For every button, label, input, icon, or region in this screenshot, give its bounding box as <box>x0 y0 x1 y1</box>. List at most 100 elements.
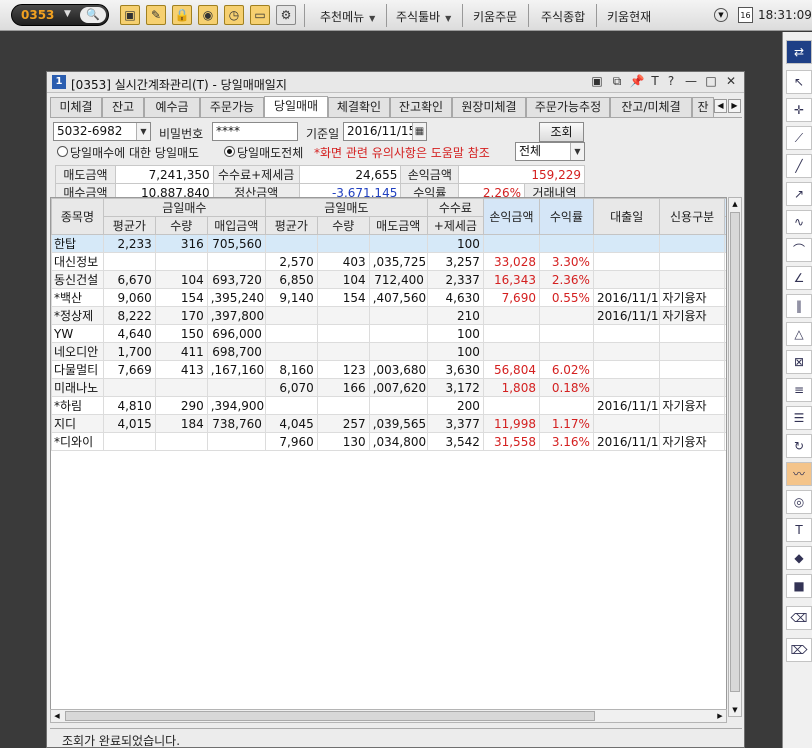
table-row[interactable]: 미래나노 6,070166,007,6203,1721,8080.18% 6, <box>51 378 726 397</box>
scroll-up-icon[interactable]: ▲ <box>729 198 741 210</box>
menu-stock-toolbar[interactable]: 주식툴바 ▼ <box>396 8 451 25</box>
table-row[interactable]: 한탑 2,233 316 705,560 100 <box>51 234 726 253</box>
table-row[interactable]: 네오디안 1,700 411 698,700 100 <box>51 342 726 361</box>
camera-icon[interactable]: ◉ <box>198 5 218 25</box>
scroll-right-icon[interactable]: ▶ <box>714 710 726 722</box>
radio-buy-sell-label[interactable]: 당일매수에 대한 당일매도 <box>70 144 199 161</box>
arrow-icon[interactable]: ↻ <box>786 434 812 458</box>
menu-recommend[interactable]: 추천메뉴 ▼ <box>320 8 375 25</box>
header-pl[interactable]: 손익금액 <box>482 198 540 235</box>
curve-icon[interactable]: ∿ <box>786 210 812 234</box>
circle-icon[interactable]: ◎ <box>786 490 812 514</box>
menu-kiwoom-order[interactable]: 키움주문 <box>473 8 517 25</box>
radio-all-sell-label[interactable]: 당일매도전체 <box>237 144 303 161</box>
table-row[interactable]: *정상제 8,222 170,397,800 210 2016/11/17 자기융자 <box>51 306 726 325</box>
window-titlebar[interactable]: 1 [0353] 실시간계좌관리(T) - 당일매매일지 ▣ ⧉ 📌 T ? —… <box>47 72 744 93</box>
tab-prev-arrow-icon[interactable]: ◀ <box>714 99 727 113</box>
text-tool-icon[interactable]: T <box>647 74 663 88</box>
table-row[interactable]: *디와이 7,960 130,034,800 3,542 31,558 3.16% 2016… <box>51 432 726 451</box>
scroll-left-icon[interactable]: ◀ <box>51 710 63 722</box>
tab-orderable-estimate[interactable]: 주문가능추정 <box>526 97 610 117</box>
copy-window-icon[interactable]: ⧉ <box>609 74 625 89</box>
account-select[interactable]: 5032-6982 ▼ <box>53 122 151 141</box>
radio-buy-sell[interactable] <box>57 146 68 157</box>
erase-all-icon[interactable]: ⌦ <box>786 638 812 662</box>
maximize-icon[interactable]: □ <box>703 74 719 88</box>
shape-icon[interactable]: ◆ <box>786 546 812 570</box>
ray-line-icon[interactable]: ↗ <box>786 182 812 206</box>
lock-icon[interactable]: 🔒 <box>172 5 192 25</box>
monitor-icon[interactable]: ▭ <box>250 5 270 25</box>
minimize-icon[interactable]: — <box>683 74 699 88</box>
text-icon[interactable]: T <box>786 518 812 542</box>
tab-balance[interactable]: 잔고 <box>102 97 144 117</box>
header-rate[interactable]: 수익률 <box>538 198 594 235</box>
screen-code-box[interactable]: 0353 ▼ 🔍 <box>11 4 109 26</box>
table-row[interactable]: 대신정보 2,570403,035,7253,25733,0283.30% 2, <box>51 252 726 271</box>
header-more[interactable]: 이 <box>723 198 726 217</box>
header-buy-amount[interactable]: 매입금액 <box>206 216 266 235</box>
vertical-lines-icon[interactable]: ‖ <box>786 294 812 318</box>
tab-daily-trade[interactable]: 당일매매 <box>264 96 328 118</box>
horizontal-scroll-thumb[interactable] <box>65 711 595 721</box>
vertical-scrollbar[interactable]: ▲ ▼ <box>728 197 742 717</box>
window-layout-icon[interactable]: ▣ <box>589 74 605 88</box>
header-buy[interactable]: 금일매수 <box>102 198 266 217</box>
tab-balance-unexecuted[interactable]: 잔고/미체결 <box>610 97 692 117</box>
crosshair-icon[interactable]: ✛ <box>786 98 812 122</box>
triangle-icon[interactable]: △ <box>786 322 812 346</box>
header-loan-date[interactable]: 대출일 <box>592 198 661 235</box>
fan-line-icon[interactable]: ⌒ <box>786 238 812 262</box>
grid-icon[interactable]: ⊠ <box>786 350 812 374</box>
search-icon[interactable]: 🔍 <box>80 7 106 23</box>
scroll-down-icon[interactable]: ▼ <box>729 704 741 716</box>
header-sell-qty[interactable]: 수량 <box>316 216 370 235</box>
line-chart-icon[interactable]: ⟋ <box>786 126 812 150</box>
header-buy-qty[interactable]: 수량 <box>154 216 208 235</box>
wave-icon[interactable]: 〰 <box>786 462 812 486</box>
collapse-icon[interactable]: ▼ <box>714 8 728 22</box>
eraser-icon[interactable]: ⌫ <box>786 606 812 630</box>
calendar-picker-icon[interactable]: ▦ <box>412 123 426 140</box>
tab-next-arrow-icon[interactable]: ▶ <box>728 99 741 113</box>
tab-more[interactable]: 잔 <box>692 97 714 117</box>
table-row[interactable]: 지디 4,015 184 738,760 4,045 257,039,565 3,377 11… <box>51 414 726 433</box>
header-sell-avg[interactable]: 평균가 <box>264 216 318 235</box>
tab-balance-check[interactable]: 잔고확인 <box>390 97 452 117</box>
header-more-sub[interactable]: 매입 <box>723 216 726 235</box>
vertical-scroll-thumb[interactable] <box>730 212 740 692</box>
trend-line-icon[interactable]: ╱ <box>786 154 812 178</box>
tab-orderable[interactable]: 주문가능 <box>200 97 264 117</box>
tab-execution-check[interactable]: 체결확인 <box>328 97 390 117</box>
header-fee[interactable]: 수수료 <box>426 198 484 217</box>
gear-icon[interactable]: ⚙ <box>276 5 296 25</box>
brush-icon[interactable]: ✎ <box>146 5 166 25</box>
radio-all-sell[interactable] <box>224 146 235 157</box>
filter-select[interactable]: 전체 ▼ <box>515 142 585 161</box>
fibonacci-icon[interactable]: ≡ <box>786 378 812 402</box>
save-icon[interactable]: ▣ <box>120 5 140 25</box>
close-icon[interactable]: ✕ <box>723 74 739 88</box>
help-icon[interactable]: ? <box>663 74 679 88</box>
password-field[interactable]: **** <box>212 122 298 141</box>
pin-icon[interactable]: 📌 <box>629 74 645 88</box>
chevron-down-icon[interactable]: ▼ <box>570 143 584 160</box>
clock-icon[interactable]: ◷ <box>224 5 244 25</box>
horizontal-scrollbar[interactable]: ◀ ▶ <box>50 709 727 723</box>
tab-ledger-unexecuted[interactable]: 원장미체결 <box>452 97 526 117</box>
date-field[interactable]: 2016/11/15 ▦ <box>343 122 427 141</box>
chevron-down-icon[interactable]: ▼ <box>136 123 150 140</box>
channel-icon[interactable]: ☰ <box>786 406 812 430</box>
query-button[interactable]: 조회 <box>539 122 584 142</box>
header-buy-avg[interactable]: 평균가 <box>102 216 156 235</box>
screen-code[interactable]: 0353 <box>21 8 54 22</box>
menu-kiwoom-current[interactable]: 키움현재 <box>607 8 651 25</box>
table-row[interactable]: YW 4,640 150 696,000 100 <box>51 324 726 343</box>
header-sell-amount[interactable]: 매도금액 <box>368 216 428 235</box>
tab-deposit[interactable]: 예수금 <box>144 97 200 117</box>
marker-icon[interactable]: ■ <box>786 574 812 598</box>
calendar-icon[interactable]: 16 <box>738 7 753 23</box>
cursor-icon[interactable]: ↖ <box>786 70 812 94</box>
chevron-down-icon[interactable]: ▼ <box>64 9 71 19</box>
table-row[interactable]: *백산 9,060 154,395,240 9,140 154,407,560 4,630… <box>51 288 726 307</box>
